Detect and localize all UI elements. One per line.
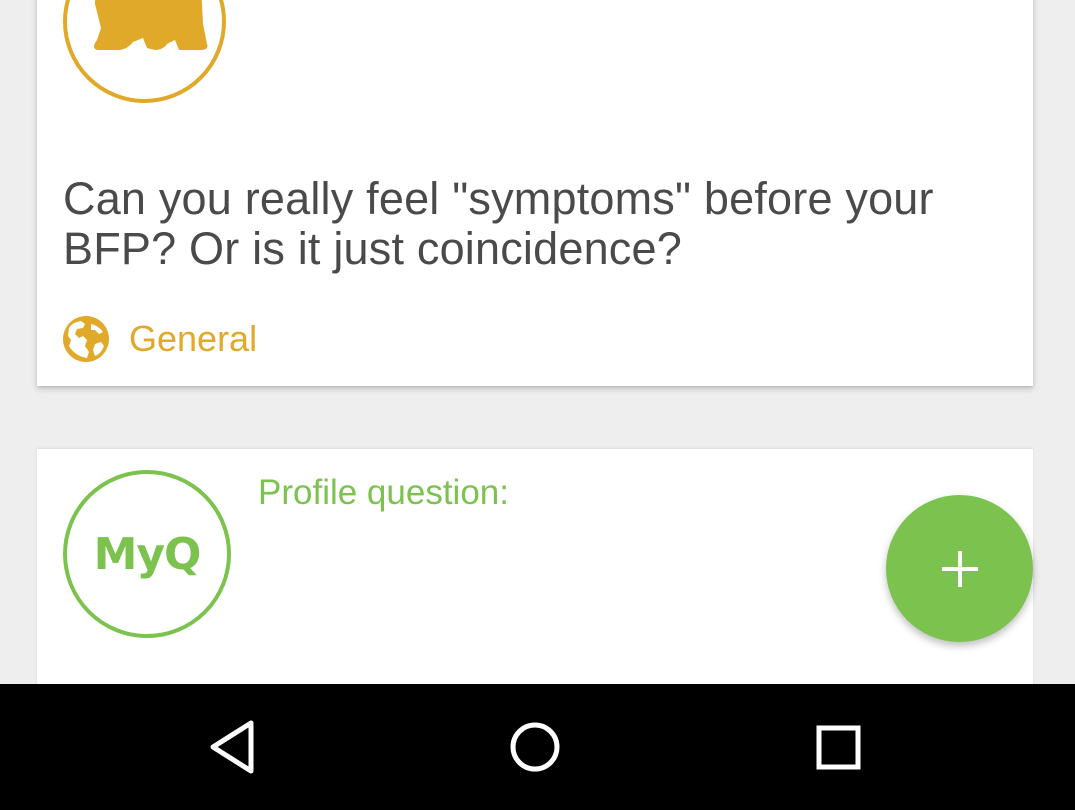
triangle-back-icon (210, 720, 254, 774)
myq-avatar[interactable]: MyQ (63, 470, 231, 638)
category-label: General (129, 318, 258, 359)
recents-button[interactable] (808, 717, 868, 777)
bear-avatar[interactable] (63, 0, 226, 103)
question-title[interactable]: Can you really feel "symptoms" before yo… (63, 174, 1013, 274)
profile-question-card[interactable]: MyQ Profile question: (37, 449, 1033, 709)
profile-question-label: Profile question: (258, 473, 509, 512)
home-button[interactable] (505, 717, 565, 777)
bear-icon (94, 0, 208, 50)
square-recents-icon (816, 725, 861, 770)
globe-icon (63, 316, 109, 362)
myq-avatar-text: MyQ (93, 528, 202, 580)
app-screen: Can you really feel "symptoms" before yo… (0, 0, 1075, 810)
back-button[interactable] (203, 717, 263, 777)
question-card[interactable]: Can you really feel "symptoms" before yo… (37, 0, 1033, 386)
add-button[interactable] (886, 495, 1033, 642)
system-nav-bar (0, 684, 1075, 810)
plus-icon (941, 550, 978, 587)
category-tag[interactable]: General (63, 316, 257, 362)
circle-home-icon (510, 722, 560, 772)
